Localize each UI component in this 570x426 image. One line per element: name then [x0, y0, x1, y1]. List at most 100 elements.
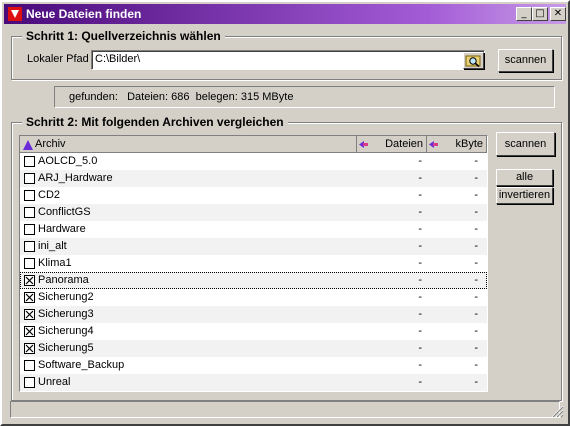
archive-name: Klima1 — [38, 257, 72, 269]
path-label: Lokaler Pfad — [27, 53, 89, 65]
table-row[interactable]: CD2 - - — [20, 187, 487, 204]
archive-checkbox[interactable] — [24, 173, 35, 184]
archive-name: ARJ_Hardware — [38, 172, 113, 184]
archive-dateien: - — [418, 325, 422, 337]
archive-kbyte: - — [474, 376, 478, 388]
archive-dateien: - — [418, 257, 422, 269]
archive-dateien: - — [418, 240, 422, 252]
folder-search-icon — [465, 55, 481, 68]
step1-title: Schritt 1: Quellverzeichnis wählen — [22, 29, 225, 43]
status-bar — [10, 401, 560, 418]
column-label-kbyte: kByte — [455, 138, 483, 150]
archive-checkbox[interactable] — [24, 241, 35, 252]
browse-button[interactable] — [463, 52, 484, 69]
path-value: C:\Bilder\ — [95, 53, 141, 65]
archive-checkbox[interactable] — [24, 360, 35, 371]
summary-text: gefunden: Dateien: 686 belegen: 315 MByt… — [69, 91, 294, 103]
archive-kbyte: - — [474, 308, 478, 320]
archive-dateien: - — [418, 189, 422, 201]
archive-dateien: - — [418, 291, 422, 303]
table-row[interactable]: Sicherung5 - - — [20, 340, 487, 357]
step2-scan-button[interactable]: scannen — [496, 132, 555, 156]
column-header-archiv[interactable]: Archiv — [20, 136, 357, 153]
archive-kbyte: - — [474, 359, 478, 371]
table-row[interactable]: ini_alt - - — [20, 238, 487, 255]
archive-dateien: - — [418, 172, 422, 184]
column-label-dateien: Dateien — [385, 138, 423, 150]
archive-kbyte: - — [474, 189, 478, 201]
archive-kbyte: - — [474, 274, 478, 286]
table-row[interactable]: ARJ_Hardware - - — [20, 170, 487, 187]
archive-dateien: - — [418, 223, 422, 235]
archive-dateien: - — [418, 155, 422, 167]
check-mark-icon — [25, 344, 34, 353]
archive-name: Panorama — [38, 274, 89, 286]
table-row[interactable]: AOLCD_5.0 - - — [20, 153, 487, 170]
check-mark-icon — [25, 293, 34, 302]
table-row[interactable]: Sicherung3 - - — [20, 306, 487, 323]
archive-name: AOLCD_5.0 — [38, 155, 98, 167]
table-row[interactable]: Panorama - - — [20, 272, 487, 289]
close-button[interactable]: ✕ — [550, 7, 566, 21]
archive-kbyte: - — [474, 223, 478, 235]
table-row[interactable]: Klima1 - - — [20, 255, 487, 272]
archive-kbyte: - — [474, 291, 478, 303]
archive-name: ConflictGS — [38, 206, 91, 218]
column-header-dateien[interactable]: Dateien — [357, 136, 427, 153]
title-bar[interactable]: Neue Dateien finden _ □ ✕ — [4, 4, 566, 24]
archive-checkbox[interactable] — [24, 207, 35, 218]
archive-name: Software_Backup — [38, 359, 125, 371]
archive-kbyte: - — [474, 240, 478, 252]
sort-arrow-icon — [359, 141, 368, 148]
table-row[interactable]: Software_Backup - - — [20, 357, 487, 374]
archive-list[interactable]: Archiv Dateien kByte AOLCD_5.0- - ARJ_Hard… — [19, 135, 488, 392]
minimize-button[interactable]: _ — [516, 7, 532, 21]
archive-name: ini_alt — [38, 240, 67, 252]
archive-checkbox[interactable] — [24, 190, 35, 201]
archive-dateien: - — [418, 308, 422, 320]
column-header-kbyte[interactable]: kByte — [427, 136, 487, 153]
column-label-archiv: Archiv — [35, 138, 66, 150]
dialog-window: Neue Dateien finden _ □ ✕ Schritt 1: Que… — [0, 0, 570, 426]
window-title: Neue Dateien finden — [26, 7, 142, 21]
archive-kbyte: - — [474, 206, 478, 218]
table-row[interactable]: Hardware - - — [20, 221, 487, 238]
archive-checkbox[interactable] — [24, 275, 35, 286]
app-icon — [8, 7, 22, 21]
archive-checkbox[interactable] — [24, 224, 35, 235]
archive-checkbox[interactable] — [24, 292, 35, 303]
archive-checkbox[interactable] — [24, 258, 35, 269]
table-row[interactable]: Unreal - - — [20, 374, 487, 391]
archive-checkbox[interactable] — [24, 326, 35, 337]
table-row[interactable]: ConflictGS - - — [20, 204, 487, 221]
summary-panel: gefunden: Dateien: 686 belegen: 315 MByt… — [54, 86, 555, 108]
select-all-button[interactable]: alle — [496, 169, 553, 186]
archive-kbyte: - — [474, 172, 478, 184]
table-row[interactable]: Sicherung2 - - — [20, 289, 487, 306]
archive-checkbox[interactable] — [24, 377, 35, 388]
check-mark-icon — [25, 276, 34, 285]
archive-checkbox[interactable] — [24, 309, 35, 320]
archive-checkbox[interactable] — [24, 343, 35, 354]
check-mark-icon — [25, 310, 34, 319]
sort-arrow-icon — [429, 141, 438, 148]
invert-selection-button[interactable]: invertieren — [496, 187, 553, 204]
archive-kbyte: - — [474, 155, 478, 167]
archive-name: Hardware — [38, 223, 86, 235]
archive-kbyte: - — [474, 257, 478, 269]
table-row[interactable]: Sicherung4 - - — [20, 323, 487, 340]
archive-checkbox[interactable] — [24, 156, 35, 167]
step1-scan-button[interactable]: scannen — [498, 49, 553, 72]
resize-grip-icon[interactable] — [550, 404, 564, 418]
path-input[interactable]: C:\Bilder\ — [91, 50, 485, 70]
step2-title: Schritt 2: Mit folgenden Archiven vergle… — [22, 115, 288, 129]
archive-name: Sicherung4 — [38, 325, 94, 337]
archive-dateien: - — [418, 342, 422, 354]
maximize-button[interactable]: □ — [532, 7, 548, 21]
sort-arrow-icon — [23, 140, 33, 150]
archive-kbyte: - — [474, 325, 478, 337]
archive-name: CD2 — [38, 189, 61, 201]
archive-name: Sicherung5 — [38, 342, 94, 354]
archive-kbyte: - — [474, 342, 478, 354]
archive-name: Sicherung2 — [38, 291, 94, 303]
